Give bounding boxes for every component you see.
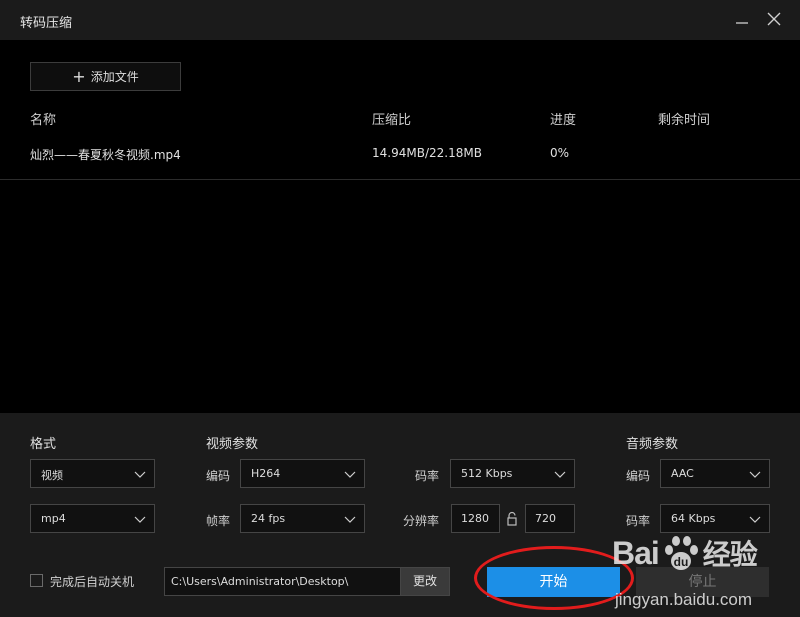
chevron-down-icon (749, 471, 761, 478)
column-header-ratio[interactable]: 压缩比 (372, 109, 411, 128)
framerate-label: 帧率 (206, 514, 231, 528)
progress-cell: 0% (550, 146, 570, 160)
title-bar: 转码压缩 (0, 0, 800, 40)
video-codec-select[interactable]: H264 (240, 459, 365, 488)
chevron-down-icon (554, 471, 566, 478)
add-file-label: 添加文件 (90, 70, 139, 84)
framerate-value: 24 fps (251, 512, 286, 525)
video-codec-label: 编码 (206, 469, 231, 483)
video-bitrate-label: 码率 (415, 469, 440, 483)
auto-shutdown-checkbox[interactable] (30, 574, 43, 587)
close-icon[interactable] (763, 8, 785, 30)
output-path-field[interactable]: C:\Users\Administrator\Desktop\ (164, 567, 401, 596)
file-list-area: + 添加文件 名称 压缩比 进度 剩余时间 灿烈——春夏秋冬视频.mp4 14.… (0, 40, 800, 413)
format-section-title: 格式 (30, 437, 57, 452)
lock-icon[interactable] (505, 511, 519, 527)
change-path-button[interactable]: 更改 (400, 567, 450, 596)
audio-bitrate-value: 64 Kbps (671, 512, 716, 525)
video-bitrate-select[interactable]: 512 Kbps (450, 459, 575, 488)
audio-codec-label: 编码 (626, 469, 651, 483)
resolution-width-input[interactable]: 1280 (451, 504, 500, 533)
video-section-title: 视频参数 (206, 437, 259, 452)
resolution-label: 分辨率 (403, 514, 440, 528)
framerate-select[interactable]: 24 fps (240, 504, 365, 533)
resolution-height-input[interactable]: 720 (525, 504, 575, 533)
chevron-down-icon (134, 516, 146, 523)
video-codec-value: H264 (251, 467, 281, 480)
settings-panel: 格式 视频参数 音频参数 视频 mp4 编码 H264 帧率 24 fps 码率… (0, 413, 800, 617)
file-name-cell: 灿烈——春夏秋冬视频.mp4 (30, 148, 181, 162)
paw-icon: du (665, 536, 698, 570)
table-row[interactable]: 灿烈——春夏秋冬视频.mp4 14.94MB/22.18MB 0% (0, 136, 800, 180)
window-title: 转码压缩 (20, 16, 73, 31)
watermark-url: jingyan.baidu.com (615, 590, 753, 609)
format-type-value: 视频 (41, 469, 63, 482)
audio-codec-value: AAC (671, 467, 694, 480)
compression-ratio-cell: 14.94MB/22.18MB (372, 146, 482, 160)
chevron-down-icon (344, 516, 356, 523)
video-bitrate-value: 512 Kbps (461, 467, 513, 480)
chevron-down-icon (134, 471, 146, 478)
column-header-remaining[interactable]: 剩余时间 (658, 109, 710, 128)
minimize-icon[interactable] (731, 8, 753, 30)
column-header-progress[interactable]: 进度 (550, 109, 576, 128)
plus-icon: + (72, 66, 86, 86)
format-type-select[interactable]: 视频 (30, 459, 155, 488)
container-select[interactable]: mp4 (30, 504, 155, 533)
audio-codec-select[interactable]: AAC (660, 459, 770, 488)
chevron-down-icon (344, 471, 356, 478)
audio-bitrate-select[interactable]: 64 Kbps (660, 504, 770, 533)
add-file-button[interactable]: + 添加文件 (30, 62, 181, 91)
auto-shutdown-label: 完成后自动关机 (50, 575, 135, 589)
container-value: mp4 (41, 512, 66, 525)
audio-section-title: 音频参数 (626, 437, 679, 452)
chevron-down-icon (749, 516, 761, 523)
column-header-name[interactable]: 名称 (30, 109, 56, 128)
audio-bitrate-label: 码率 (626, 514, 651, 528)
baidu-jingyan-watermark: Bai 经验 du jingyan.baidu.com (612, 533, 797, 617)
svg-text:du: du (674, 555, 689, 569)
start-button[interactable]: 开始 (487, 567, 620, 597)
